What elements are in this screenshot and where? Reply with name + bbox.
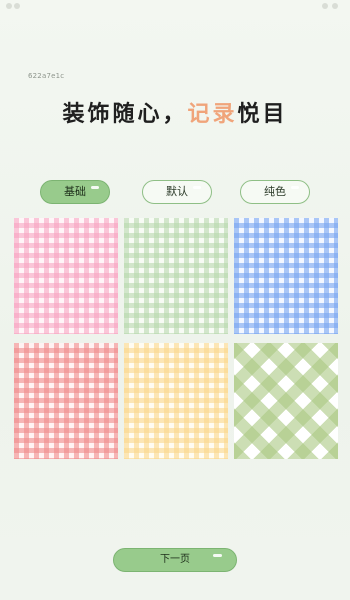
tab-label: 基础	[64, 185, 86, 198]
category-tabs: 基础 默认 纯色	[0, 180, 350, 206]
headline-accent: 记录	[187, 101, 238, 127]
page-headline: 装饰随心，记录悦目	[0, 96, 350, 128]
pattern-tile-pink-gingham[interactable]	[14, 218, 118, 334]
tab-basic[interactable]: 基础	[40, 180, 110, 204]
status-icon	[14, 3, 20, 9]
status-icon	[6, 3, 12, 9]
tab-default[interactable]: 默认	[142, 180, 212, 204]
page-id: 622a7e1c	[28, 72, 65, 80]
headline-part2: 悦目	[237, 101, 288, 127]
shine-highlight	[291, 186, 299, 189]
tab-solid-color[interactable]: 纯色	[240, 180, 310, 204]
next-page-button[interactable]: 下一页	[113, 548, 237, 572]
pattern-tile-green-diagonal-gingham[interactable]	[234, 343, 338, 459]
tab-label: 默认	[166, 185, 188, 198]
battery-icon	[332, 3, 338, 9]
pattern-tile-blue-gingham[interactable]	[234, 218, 338, 334]
shine-highlight	[193, 186, 201, 189]
status-bar	[0, 0, 350, 12]
shine-highlight	[213, 554, 222, 557]
pattern-grid	[12, 218, 338, 463]
pattern-tile-yellow-gingham[interactable]	[124, 343, 228, 459]
signal-icon	[322, 3, 328, 9]
next-page-label: 下一页	[160, 554, 190, 565]
tab-label: 纯色	[264, 185, 286, 198]
shine-highlight	[91, 186, 99, 189]
pattern-tile-red-gingham[interactable]	[14, 343, 118, 459]
headline-part1: 装饰随心，	[62, 101, 188, 127]
pattern-tile-green-gingham[interactable]	[124, 218, 228, 334]
